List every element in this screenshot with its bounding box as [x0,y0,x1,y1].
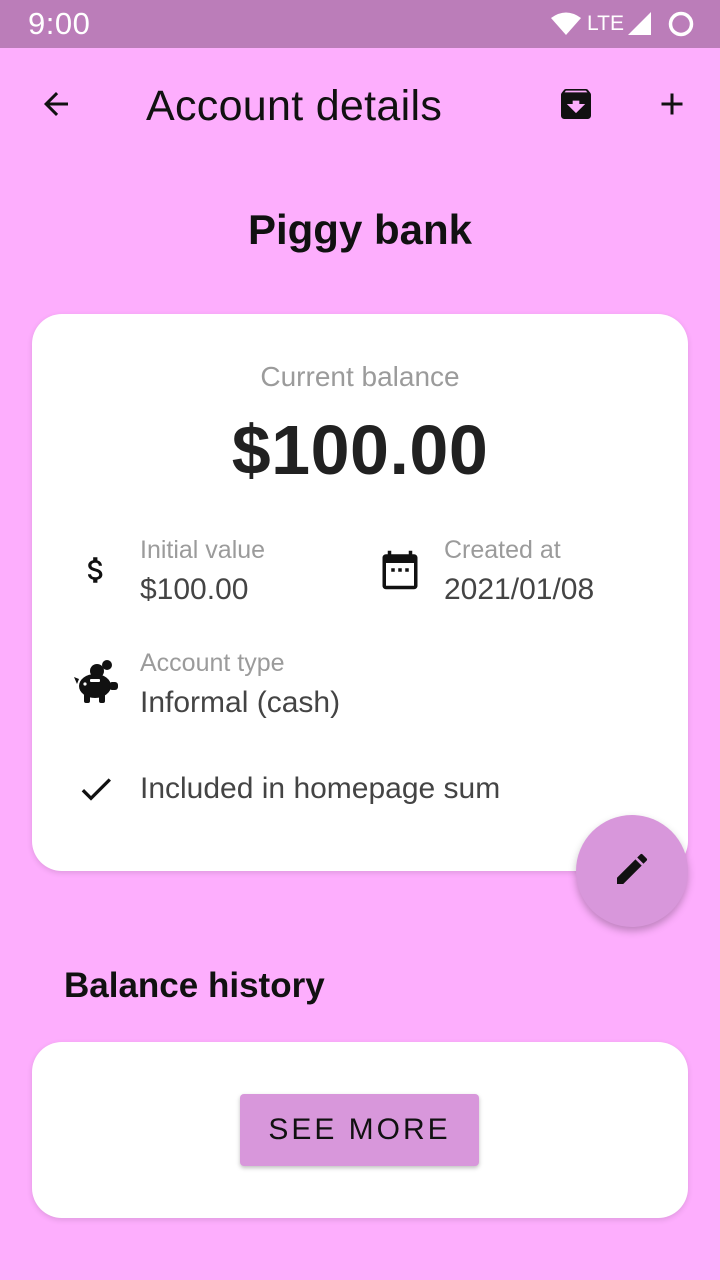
initial-value: $100.00 [140,573,249,606]
edit-account-button[interactable] [576,815,688,927]
status-icons: LTE [551,10,694,38]
calendar-icon [378,548,422,592]
current-balance-label: Current balance [260,361,460,392]
initial-value-label: Initial value [140,536,266,564]
account-name: Piggy bank [247,206,473,253]
account-type-label: Account type [140,649,285,677]
see-more-button[interactable]: SEE MORE [240,1094,479,1166]
archive-icon [556,84,596,129]
battery-icon [668,11,694,37]
add-button[interactable] [644,78,700,134]
page-title: Account details [146,82,443,130]
created-at-value: 2021/01/08 [444,573,595,606]
cell-signal-icon [628,12,652,36]
add-icon [654,86,690,127]
piggy-bank-icon [70,656,122,708]
account-type-value: Informal (cash) [140,686,341,719]
edit-pencil-icon [612,849,652,894]
back-button[interactable] [28,78,84,134]
homepage-sum-text: Included in homepage sum [140,772,501,805]
balance-history-card: SEE MORE [32,1042,688,1218]
status-time: 9:00 [28,6,91,41]
wifi-icon [551,12,582,36]
balance-history-title: Balance history [64,966,325,1005]
account-details-card: Current balance $100.00 Initial value $1… [32,314,688,871]
status-bar: 9:00 LTE [0,0,720,48]
app-bar: Account details [0,48,720,160]
dollar-icon [76,548,116,592]
check-icon [76,769,116,809]
back-arrow-icon [38,86,74,127]
created-at-label: Created at [444,536,561,564]
archive-button[interactable] [548,78,604,134]
network-type: LTE [587,12,624,35]
current-balance-value: $100.00 [231,411,489,489]
